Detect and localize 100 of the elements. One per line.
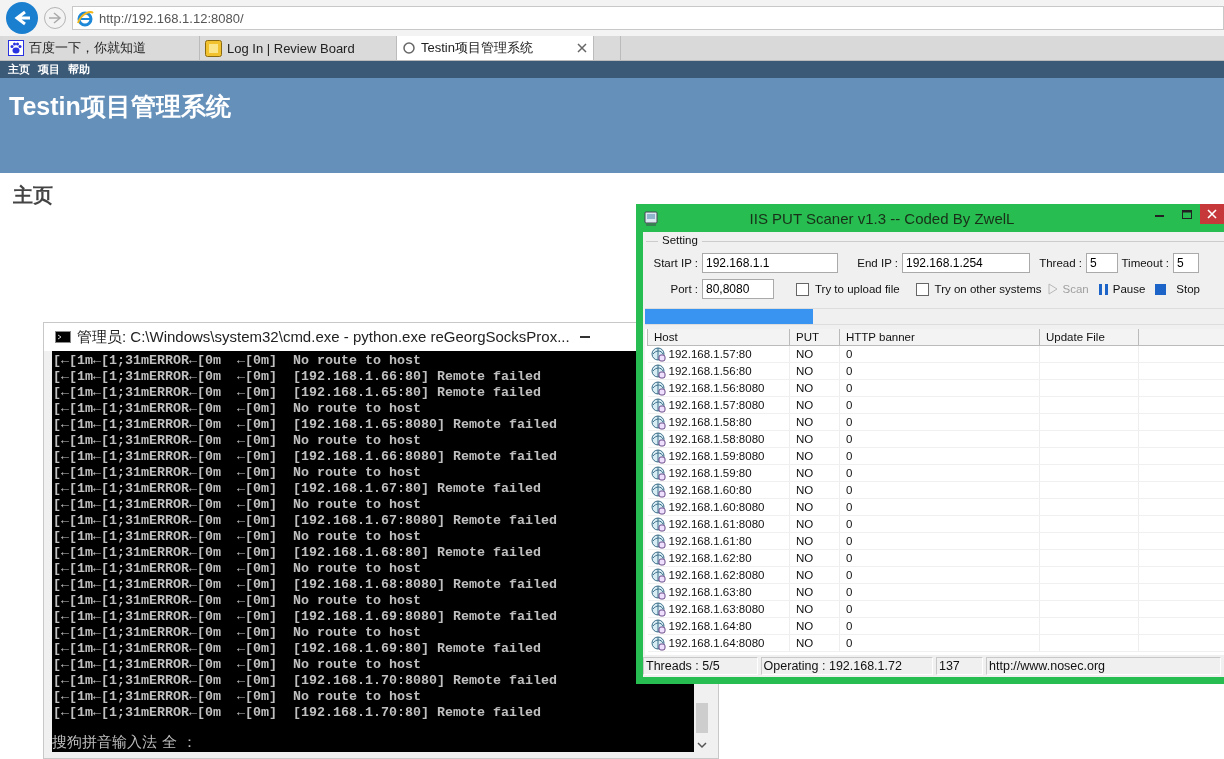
console-line: [←[1m←[1;31mERROR←[0m ←[0m] [192.168.1.67:8080] Remote failed: [52, 513, 557, 529]
console-line: [←[1m←[1;31mERROR←[0m ←[0m] No route to host: [52, 433, 421, 449]
table-cell[interactable]: 192.168.1.64:80: [647, 617, 790, 635]
console-line: [←[1m←[1;31mERROR←[0m ←[0m] No route to host: [52, 401, 421, 417]
table-cell[interactable]: 192.168.1.63:80: [647, 583, 790, 601]
table-cell: NO: [789, 566, 840, 584]
column-header[interactable]: Host: [647, 329, 790, 346]
table-cell[interactable]: 192.168.1.57:80: [647, 345, 790, 363]
table-cell[interactable]: 192.168.1.63:8080: [647, 600, 790, 618]
table-cell[interactable]: 192.168.1.58:80: [647, 413, 790, 431]
globe-icon: [650, 601, 666, 617]
globe-icon: [650, 533, 666, 549]
column-header[interactable]: Update File: [1039, 329, 1139, 346]
table-cell: 0: [839, 566, 1040, 584]
close-tab-icon[interactable]: [577, 43, 587, 53]
table-cell: 0: [839, 447, 1040, 465]
timeout-field[interactable]: 5: [1173, 253, 1199, 273]
column-header[interactable]: HTTP banner: [839, 329, 1040, 346]
table-cell[interactable]: 192.168.1.60:8080: [647, 498, 790, 516]
back-button[interactable]: [6, 2, 38, 34]
pause-button[interactable]: Pause: [1098, 283, 1146, 295]
table-cell: 0: [839, 498, 1040, 516]
table-cell: NO: [789, 634, 840, 652]
console-line: [←[1m←[1;31mERROR←[0m ←[0m] No route to host: [52, 689, 421, 705]
globe-icon: [650, 448, 666, 464]
table-cell: NO: [789, 498, 840, 516]
table-cell[interactable]: 192.168.1.61:8080: [647, 515, 790, 533]
nav-link[interactable]: 项目: [38, 62, 60, 77]
maximize-icon: [1181, 209, 1192, 219]
thread-field[interactable]: 5: [1086, 253, 1118, 273]
browser-tab[interactable]: Testin项目管理系统: [397, 36, 594, 60]
table-cell: NO: [789, 515, 840, 533]
stop-button[interactable]: Stop: [1155, 283, 1201, 295]
table-cell: 0: [839, 379, 1040, 397]
table-cell: 0: [839, 532, 1040, 550]
table-cell: NO: [789, 600, 840, 618]
globe-icon: [650, 465, 666, 481]
group-label: Setting: [658, 234, 702, 246]
table-cell[interactable]: 192.168.1.57:8080: [647, 396, 790, 414]
globe-icon: [650, 346, 666, 362]
console-line: [←[1m←[1;31mERROR←[0m ←[0m] [192.168.1.67:80] Remote failed: [52, 481, 541, 497]
globe-icon: [650, 618, 666, 634]
table-cell[interactable]: 192.168.1.60:80: [647, 481, 790, 499]
checkbox[interactable]: Try to upload file: [796, 282, 900, 296]
status-text: Threads : 5/5: [643, 657, 758, 675]
console-line: [←[1m←[1;31mERROR←[0m ←[0m] No route to host: [52, 593, 421, 609]
table-cell: 0: [839, 549, 1040, 567]
port-field[interactable]: 80,8080: [702, 279, 774, 299]
table-cell: 0: [839, 634, 1040, 652]
table-cell: 0: [839, 481, 1040, 499]
forward-arrow-icon: [47, 10, 63, 26]
url-text: http://192.168.1.12:8080/: [99, 10, 244, 26]
table-cell[interactable]: 192.168.1.59:8080: [647, 447, 790, 465]
console-line: [←[1m←[1;31mERROR←[0m ←[0m] [192.168.1.65:80] Remote failed: [52, 385, 541, 401]
close-button[interactable]: [1200, 204, 1224, 224]
globe-icon: [650, 414, 666, 430]
table-cell: 0: [839, 600, 1040, 618]
table-cell: 0: [839, 396, 1040, 414]
table-cell: 0: [839, 430, 1040, 448]
globe-icon: [650, 380, 666, 396]
table-cell[interactable]: 192.168.1.64:8080: [647, 634, 790, 652]
end-ip-field[interactable]: 192.168.1.254: [902, 253, 1030, 273]
table-cell: NO: [789, 464, 840, 482]
table-cell[interactable]: 192.168.1.61:80: [647, 532, 790, 550]
address-bar[interactable]: http://192.168.1.12:8080/: [72, 6, 1224, 30]
scrollbar-thumb[interactable]: [696, 703, 708, 733]
start-ip-field[interactable]: 192.168.1.1: [702, 253, 838, 273]
table-cell[interactable]: 192.168.1.62:8080: [647, 566, 790, 584]
field-label: Port :: [669, 283, 699, 295]
site-title: Testin项目管理系统: [9, 92, 231, 120]
table-cell[interactable]: 192.168.1.59:80: [647, 464, 790, 482]
table-cell: 0: [839, 617, 1040, 635]
table-cell[interactable]: 192.168.1.62:80: [647, 549, 790, 567]
window-title: 管理员: C:\Windows\system32\cmd.exe - python.exe reGeorgSocksProx...: [77, 327, 570, 347]
table-cell[interactable]: 192.168.1.56:8080: [647, 379, 790, 397]
square-icon: [205, 39, 222, 57]
nav-link[interactable]: 帮助: [68, 62, 90, 77]
table-cell[interactable]: 192.168.1.58:8080: [647, 430, 790, 448]
console-line: [←[1m←[1;31mERROR←[0m ←[0m] [192.168.1.69:80] Remote failed: [52, 641, 541, 657]
minimize-icon[interactable]: [579, 333, 590, 341]
scroll-down-icon[interactable]: [697, 741, 707, 749]
table-cell: NO: [789, 413, 840, 431]
table-cell: NO: [789, 396, 840, 414]
column-header[interactable]: PUT: [789, 329, 840, 346]
table-cell: 0: [839, 362, 1040, 380]
checkbox[interactable]: Try on other systems: [915, 282, 1042, 296]
terminal-icon: [55, 331, 71, 343]
nav-link[interactable]: 主页: [8, 62, 30, 77]
globe-icon: [650, 584, 666, 600]
table-cell: NO: [789, 345, 840, 363]
console-line: [←[1m←[1;31mERROR←[0m ←[0m] [192.168.1.68:80] Remote failed: [52, 545, 541, 561]
table-cell: 0: [839, 345, 1040, 363]
table-cell: NO: [789, 447, 840, 465]
status-text: http://www.nosec.org: [986, 657, 1221, 675]
table-cell: NO: [789, 549, 840, 567]
close-icon: [1207, 209, 1217, 219]
pause-icon: [1098, 283, 1108, 295]
table-cell[interactable]: 192.168.1.56:80: [647, 362, 790, 380]
console-line: [←[1m←[1;31mERROR←[0m ←[0m] [192.168.1.70:8080] Remote failed: [52, 673, 557, 689]
status-text: 137: [935, 657, 984, 675]
